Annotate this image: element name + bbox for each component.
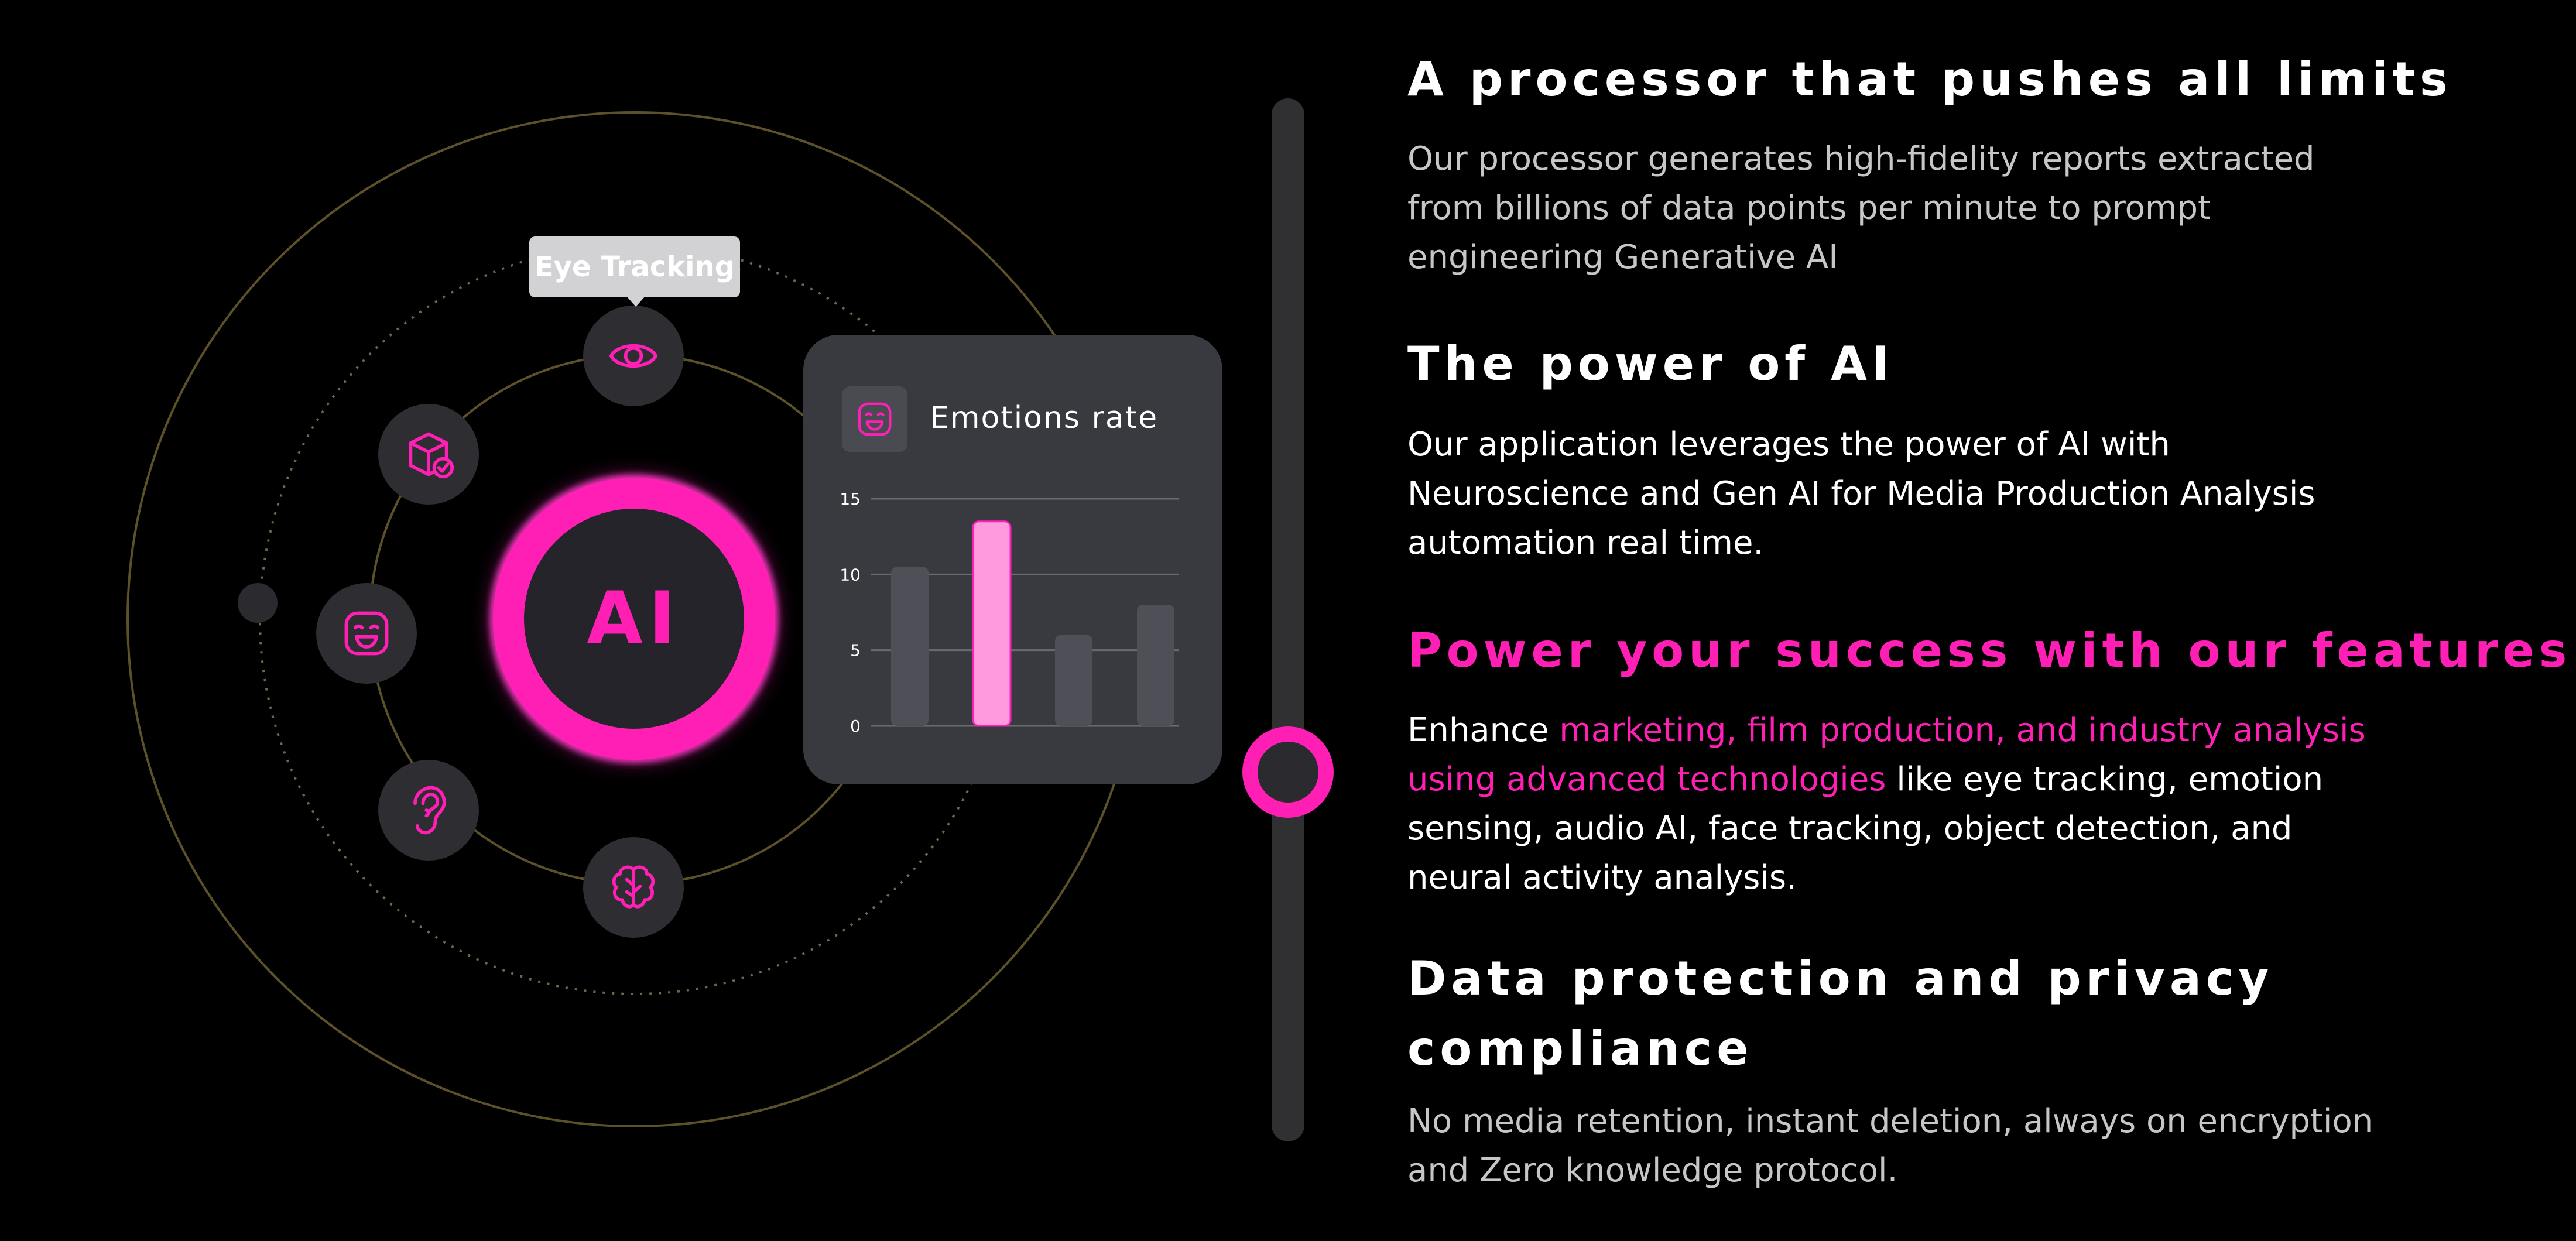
- text-run: Enhance: [1407, 711, 1560, 749]
- tooltip-label: Eye Tracking: [534, 251, 735, 283]
- section-title-processor: A processor that pushes all limits: [1407, 52, 2452, 107]
- text-run: like eye tracking, emotion: [1886, 760, 2324, 798]
- body-line: and Zero knowledge protocol.: [1407, 1151, 1898, 1189]
- body-line: automation real time.: [1407, 524, 1764, 562]
- body-line: from billions of data points per minute …: [1407, 189, 2211, 227]
- scroll-track[interactable]: [1272, 98, 1304, 1141]
- body-line: engineering Generative AI: [1407, 238, 1838, 276]
- eye-tracking-tooltip: Eye Tracking: [529, 236, 740, 297]
- section-title-power-ai: The power of AI: [1407, 337, 1894, 391]
- body-line: neural activity analysis.: [1407, 859, 1797, 897]
- audio-ai-node[interactable]: [378, 760, 479, 861]
- section-body-features: Enhance marketing, film production, and …: [1407, 706, 2450, 903]
- object-detection-node[interactable]: [378, 404, 479, 505]
- features-section: Eye Tracking AI Emotions rate 15 10 5 0 A p…: [0, 0, 2576, 1241]
- emotions-rate-card: Emotions rate 15 10 5 0: [803, 335, 1222, 784]
- chart-bar[interactable]: [972, 520, 1012, 727]
- body-line: No media retention, instant deletion, al…: [1407, 1102, 2373, 1140]
- y-tick-label: 5: [850, 641, 861, 660]
- emotions-bar-chart: 15 10 5 0: [840, 489, 1179, 736]
- y-tick-label: 10: [840, 565, 861, 584]
- smiley-icon: [344, 611, 389, 656]
- body-line: sensing, audio AI, face tracking, object…: [1407, 810, 2293, 848]
- y-tick-label: 15: [840, 489, 861, 509]
- body-line: Neuroscience and Gen AI for Media Produc…: [1407, 475, 2315, 513]
- section-body-privacy: No media retention, instant deletion, al…: [1407, 1097, 2450, 1195]
- chart-bar[interactable]: [1055, 635, 1092, 726]
- cube-check-icon: [409, 432, 454, 479]
- section-body-power-ai: Our application leverages the power of A…: [1407, 420, 2450, 568]
- section-title-features: Power your success with our features: [1407, 623, 2572, 678]
- eye-tracking-node[interactable]: [583, 306, 684, 406]
- ai-core-ring: AI: [493, 478, 775, 760]
- emotion-sensing-node[interactable]: [316, 583, 417, 684]
- section-body-processor: Our processor generates high-fidelity re…: [1407, 135, 2450, 282]
- body-line: Our processor generates high-fidelity re…: [1407, 140, 2315, 178]
- y-tick-label: 0: [850, 717, 861, 736]
- body-line: Enhance marketing, film production, and …: [1407, 706, 2450, 755]
- brain-icon: [612, 865, 655, 909]
- ai-core: AI: [524, 509, 744, 729]
- neural-activity-node[interactable]: [583, 837, 684, 938]
- ear-icon: [413, 786, 446, 835]
- body-line: Our application leverages the power of A…: [1407, 426, 2170, 464]
- tooltip-pointer: [626, 296, 645, 307]
- highlight-text: using advanced technologies: [1407, 760, 1886, 798]
- section-title-privacy: Data protection and privacy: [1407, 951, 2274, 1006]
- eye-icon: [609, 344, 658, 368]
- section-title-privacy-line2: compliance: [1407, 1021, 1753, 1076]
- chart-bar[interactable]: [891, 567, 929, 726]
- orbit-marker-dot: [238, 583, 278, 623]
- highlight-text: marketing, film production, and industry…: [1559, 711, 2366, 749]
- scroll-knob[interactable]: [1242, 726, 1334, 818]
- body-line: using advanced technologies like eye tra…: [1407, 755, 2450, 804]
- chart-bar[interactable]: [1137, 605, 1174, 726]
- ai-core-label: AI: [586, 577, 682, 661]
